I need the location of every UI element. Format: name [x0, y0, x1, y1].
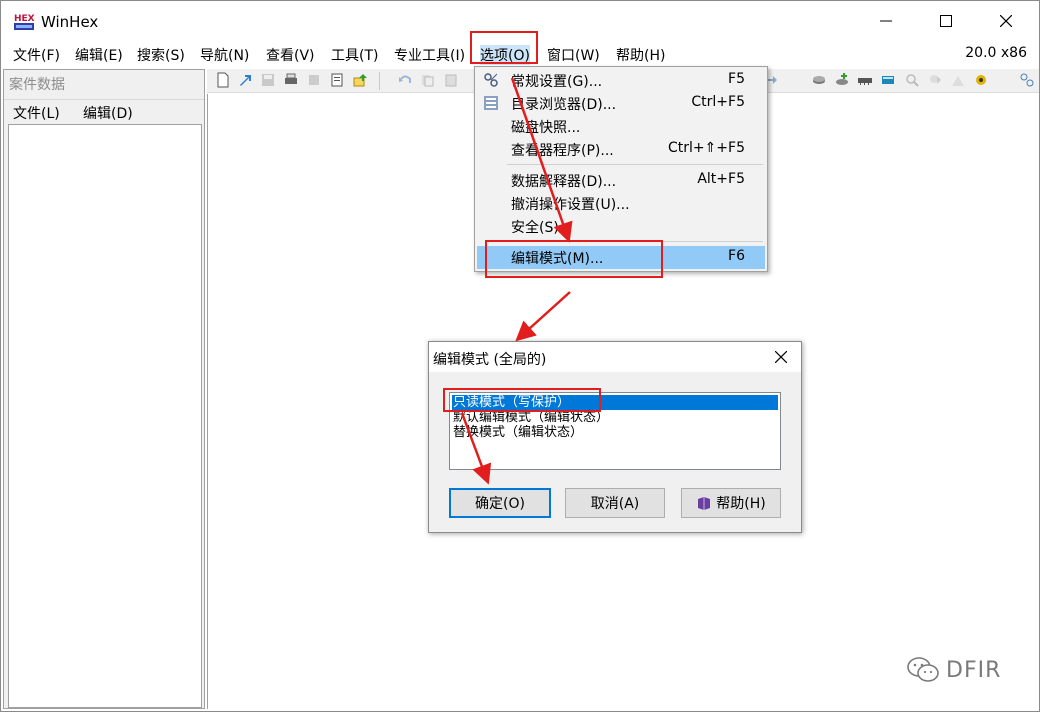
network-icon[interactable]: [1019, 72, 1035, 88]
case-menu-edit[interactable]: 编辑(D): [83, 103, 133, 123]
properties-icon[interactable]: [306, 72, 322, 88]
open-icon[interactable]: [237, 72, 253, 88]
annotation-box-options-menu: [470, 31, 538, 64]
winhex-logo-icon: HEX: [13, 12, 35, 32]
menu-item-directory-browser[interactable]: 目录浏览器(D)... Ctrl+F5: [477, 92, 765, 115]
menu-item-data-interpreter[interactable]: 数据解释器(D)... Alt+F5: [477, 169, 765, 192]
menu-specialist-tools[interactable]: 专业工具(I): [394, 45, 465, 65]
dialog-title: 编辑模式 (全局的): [433, 352, 547, 368]
calculator-icon[interactable]: [880, 72, 896, 88]
maximize-icon: [940, 15, 952, 27]
help-book-icon: [698, 497, 711, 510]
option-in-place[interactable]: 替换模式（编辑状态）: [452, 425, 778, 440]
menu-view[interactable]: 查看(V): [266, 45, 315, 65]
menu-item-general-settings[interactable]: 常规设置(G)... F5: [477, 69, 765, 92]
paste-icon[interactable]: [443, 72, 459, 88]
export-icon[interactable]: [352, 72, 368, 88]
menu-edit[interactable]: 编辑(E): [75, 45, 123, 65]
annotation-box-edit-mode-item: [485, 240, 663, 278]
svg-text:HEX: HEX: [14, 14, 35, 24]
case-data-header: 案件数据: [4, 70, 204, 100]
cancel-button[interactable]: 取消(A): [565, 488, 665, 518]
menu-item-viewer-programs[interactable]: 查看器程序(P)... Ctrl+⇑+F5: [477, 138, 765, 161]
close-icon: [775, 351, 787, 363]
menu-window[interactable]: 窗口(W): [547, 45, 600, 65]
menu-item-undo-settings[interactable]: 撤消操作设置(U)...: [477, 192, 765, 215]
close-button[interactable]: [983, 1, 1029, 41]
watermark: DFIR: [906, 656, 1001, 684]
menu-navigate[interactable]: 导航(N): [200, 45, 249, 65]
menu-file[interactable]: 文件(F): [13, 45, 60, 65]
case-data-menu: 文件(L) 编辑(D): [4, 100, 204, 124]
ok-button[interactable]: 确定(O): [449, 488, 551, 518]
case-tree-view[interactable]: [8, 124, 202, 708]
find-icon[interactable]: [904, 72, 920, 88]
wechat-icon: [907, 657, 939, 682]
window-title: WinHex: [41, 13, 99, 31]
directory-browser-icon: [484, 96, 498, 110]
help-button[interactable]: 帮助(H): [681, 488, 781, 518]
print-icon[interactable]: [283, 72, 299, 88]
minimize-button[interactable]: [863, 1, 909, 41]
help-button-label: 帮助(H): [716, 496, 766, 512]
option-default-edit[interactable]: 默认编辑模式（编辑状态）: [452, 410, 778, 425]
chart-icon[interactable]: [950, 72, 966, 88]
case-menu-file[interactable]: 文件(L): [13, 103, 60, 123]
dialog-title-bar: 编辑模式 (全局的): [429, 342, 801, 372]
find-next-icon[interactable]: [927, 72, 943, 88]
annotation-box-read-only-option: [443, 388, 601, 412]
close-icon: [1000, 15, 1012, 27]
toolbar-separator: [379, 72, 380, 90]
case-data-pane: 案件数据 文件(L) 编辑(D): [3, 69, 205, 709]
clipboard-icon[interactable]: [329, 72, 345, 88]
settings-icon: [484, 73, 498, 87]
gear-icon[interactable]: [973, 72, 989, 88]
menu-item-security[interactable]: 安全(S)...: [477, 215, 765, 238]
edit-mode-dialog: 编辑模式 (全局的) 只读模式（写保护） 默认编辑模式（编辑状态） 替换模式（编…: [428, 341, 802, 533]
minimize-icon: [880, 20, 892, 22]
undo-icon[interactable]: [397, 72, 413, 88]
ram-icon[interactable]: [857, 72, 873, 88]
maximize-button[interactable]: [923, 1, 969, 41]
menu-item-disk-snapshot[interactable]: 磁盘快照...: [477, 115, 765, 138]
menu-tools[interactable]: 工具(T): [331, 45, 378, 65]
new-file-icon[interactable]: [215, 72, 231, 88]
menu-search[interactable]: 搜索(S): [137, 45, 185, 65]
watermark-text: DFIR: [946, 657, 1002, 683]
menu-help[interactable]: 帮助(H): [616, 45, 665, 65]
version-label: 20.0 x86: [965, 45, 1027, 61]
disk-icon[interactable]: [811, 72, 827, 88]
dialog-close-button[interactable]: [761, 342, 801, 372]
add-disk-icon[interactable]: [834, 72, 850, 88]
save-icon[interactable]: [260, 72, 276, 88]
menu-separator: [507, 164, 763, 165]
copy-icon[interactable]: [419, 72, 435, 88]
